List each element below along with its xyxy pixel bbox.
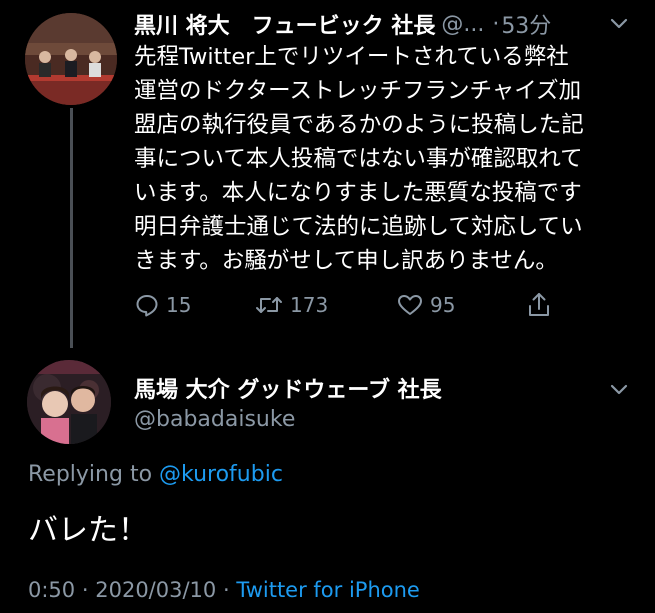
source-app-link[interactable]: Twitter for iPhone <box>236 578 420 602</box>
parent-tweet: 黒川 将大 フュービック 社長 @... · 53分 先程Twitter上でリツ… <box>0 0 655 348</box>
chevron-down-icon[interactable] <box>608 378 630 400</box>
tweet-text-line: 先程Twitter上でリツイートされている弊社 <box>134 44 569 70</box>
tweet-text: バレた！ <box>28 513 148 548</box>
profile-avatar-image <box>27 360 111 444</box>
share-button[interactable] <box>526 287 552 323</box>
tweet-time: 0:50 <box>28 578 76 602</box>
reply-count: 15 <box>166 293 192 317</box>
tweet-header: 黒川 将大 フュービック 社長 @... · 53分 <box>134 6 551 42</box>
tweet-text: 先程Twitter上でリツイートされている弊社 運営のドクターストレッチフランチ… <box>134 40 644 278</box>
retweet-icon <box>254 292 284 318</box>
like-button[interactable]: 95 <box>396 287 455 323</box>
profile-avatar-image <box>25 13 117 105</box>
tweet-text-line: 運営のドクターストレッチフランチャイズ加 <box>134 78 582 104</box>
display-name[interactable]: 黒川 将大 フュービック 社長 <box>134 8 435 40</box>
replying-to: Replying to @kurofubic <box>28 462 283 487</box>
like-count: 95 <box>430 293 456 317</box>
tweet-text-line: きます。お騒がせして申し訳ありません。 <box>134 248 558 274</box>
tweet-meta: 0:50 · 2020/03/10 · Twitter for iPhone <box>28 578 420 602</box>
replying-to-label: Replying to <box>28 462 153 487</box>
user-handle[interactable]: @... <box>441 12 484 37</box>
thread-line <box>70 108 73 348</box>
separator: · <box>81 578 89 602</box>
tweet-date: 2020/03/10 <box>95 578 217 602</box>
tweet-actions: 15 173 95 <box>134 287 574 323</box>
tweet-text-line: 事について本人投稿ではない事が確認取れて <box>134 146 583 172</box>
separator: · <box>492 11 500 37</box>
share-icon <box>526 291 552 319</box>
replying-to-link[interactable]: @kurofubic <box>159 462 283 487</box>
chevron-down-icon[interactable] <box>608 12 630 34</box>
user-handle[interactable]: @babadaisuke <box>134 407 295 432</box>
avatar[interactable] <box>25 13 117 105</box>
retweet-button[interactable]: 173 <box>254 287 328 323</box>
reply-icon <box>134 292 160 318</box>
reply-button[interactable]: 15 <box>134 287 191 323</box>
tweet-text-line: います。本人になりすました悪質な投稿です <box>134 180 582 206</box>
like-icon <box>396 292 424 318</box>
tweet-text-line: 明日弁護士通じて法的に追跡して対応してい <box>134 214 583 240</box>
display-name[interactable]: 馬場 大介 グッドウェーブ 社長 <box>134 372 442 404</box>
separator: · <box>222 578 230 602</box>
retweet-count: 173 <box>290 293 329 317</box>
tweet-text-line: 盟店の執行役員であるかのように投稿した記 <box>134 112 584 138</box>
avatar[interactable] <box>27 360 111 444</box>
tweet-time[interactable]: 53分 <box>501 8 551 40</box>
